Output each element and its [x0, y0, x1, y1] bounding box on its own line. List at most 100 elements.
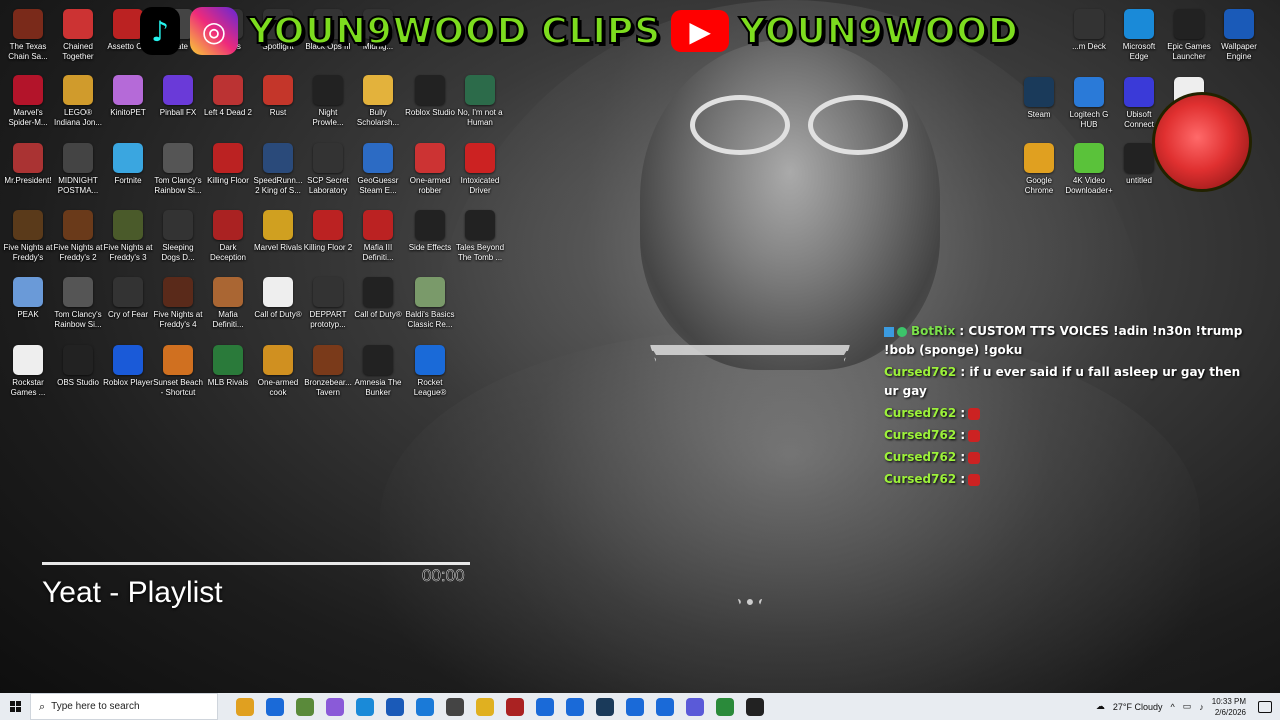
taskbar-search[interactable]: ⌕ Type here to search — [30, 693, 218, 720]
desktop-icon[interactable]: Rust — [253, 72, 303, 136]
app-icon — [13, 143, 43, 173]
desktop-icon[interactable]: Microsoft Edge — [1114, 6, 1164, 70]
desktop-icon[interactable]: Rocket League® — [405, 342, 455, 406]
desktop-icon[interactable]: One-armed robber — [405, 140, 455, 204]
chrome-icon[interactable] — [236, 697, 254, 716]
edge-icon[interactable] — [356, 697, 374, 716]
search-icon: ⌕ — [39, 699, 46, 713]
desktop-icon[interactable]: 4K Video Downloader+ — [1064, 140, 1114, 204]
desktop-icon[interactable]: Left 4 Dead 2 — [203, 72, 253, 136]
desktop-icon[interactable]: Amnesia The Bunker — [353, 342, 403, 406]
volume-icon[interactable]: ♪ — [1199, 702, 1204, 712]
desktop-icon[interactable]: Epic Games Launcher — [1164, 6, 1214, 70]
desktop-icon[interactable]: Five Nights at Freddy's 2 — [53, 207, 103, 271]
desktop-icon[interactable]: Mafia Definiti... — [203, 274, 253, 338]
copilot-icon[interactable] — [326, 697, 344, 716]
music-progress-bar — [42, 562, 470, 565]
desktop-icon[interactable]: Five Nights at Freddy's 4 — [153, 274, 203, 338]
desktop-icon-label: One-armed robber — [409, 176, 451, 195]
desktop-icon[interactable]: Mafia III Definiti... — [353, 207, 403, 271]
window-icon-3[interactable] — [626, 697, 644, 716]
clock-time: 10:33 PM — [1211, 696, 1246, 706]
chevron-up-icon[interactable]: ^ — [1171, 702, 1175, 712]
chat-line: Cursed762 : if u ever said if u fall asl… — [884, 363, 1244, 401]
desktop-icon[interactable]: Tom Clancy's Rainbow Si... — [153, 140, 203, 204]
desktop-icon-label: SCP Secret Laboratory — [307, 176, 349, 195]
app-icon — [1024, 77, 1054, 107]
desktop-icon-label: Bully Scholarsh... — [356, 108, 400, 127]
desktop-icon[interactable]: Sunset Beach - Shortcut — [153, 342, 203, 406]
desktop-icon[interactable]: Cry of Fear — [103, 274, 153, 338]
desktop-icon[interactable]: SpeedRunn... 2 King of S... — [253, 140, 303, 204]
roblox-icon[interactable] — [446, 697, 464, 716]
window-icon[interactable] — [536, 697, 554, 716]
window-icon-2[interactable] — [566, 697, 584, 716]
xbox-icon[interactable] — [716, 697, 734, 716]
desktop-icon-label: Roblox Studio — [405, 108, 455, 117]
desktop-icon[interactable]: SCP Secret Laboratory — [303, 140, 353, 204]
discord-icon[interactable] — [686, 697, 704, 716]
capcut-icon[interactable] — [506, 697, 524, 716]
desktop-icon[interactable]: LEGO® Indiana Jon... — [53, 72, 103, 136]
minecraft-icon[interactable] — [296, 697, 314, 716]
desktop-icon[interactable]: Marvel Rivals — [253, 207, 303, 271]
notifications-icon[interactable] — [1258, 700, 1272, 713]
weather-text[interactable]: 27°F Cloudy — [1113, 702, 1163, 712]
store-icon[interactable] — [386, 697, 404, 716]
desktop-icon[interactable]: Bully Scholarsh... — [353, 72, 403, 136]
obs-icon[interactable] — [746, 697, 764, 716]
chat-message: : — [960, 450, 966, 464]
desktop-icon[interactable]: Roblox Player — [103, 342, 153, 406]
mail-icon[interactable] — [416, 697, 434, 716]
start-button[interactable] — [0, 693, 30, 720]
desktop-icon[interactable]: Dark Deception — [203, 207, 253, 271]
taskbar-clock[interactable]: 10:33 PM 2/6/2026 — [1212, 696, 1246, 718]
chat-line-bot: BotRix : CUSTOM TTS VOICES !adin !n30n !… — [884, 322, 1244, 360]
desktop-icon[interactable]: Pinball FX — [153, 72, 203, 136]
desktop-icon[interactable]: Call of Duty® — [253, 274, 303, 338]
steam-icon[interactable] — [596, 697, 614, 716]
desktop-icon-label: Steam — [1027, 110, 1051, 119]
desktop-icon[interactable]: Fortnite — [103, 140, 153, 204]
desktop-icon[interactable]: Baldi's Basics Classic Re... — [405, 274, 455, 338]
desktop-icon[interactable]: PEAK — [3, 274, 53, 338]
desktop-icon[interactable]: Five Nights at Freddy's — [3, 207, 53, 271]
desktop-icon[interactable]: Marvel's Spider-M... — [3, 72, 53, 136]
facebook-icon[interactable] — [266, 697, 284, 716]
desktop-icon[interactable]: The Texas Chain Sa... — [3, 6, 53, 70]
desktop-icon[interactable]: Bronzebear... Tavern — [303, 342, 353, 406]
desktop-icon[interactable]: Chained Together — [53, 6, 103, 70]
desktop-icon[interactable]: Night Prowle... — [303, 72, 353, 136]
desktop-icon[interactable]: One-armed cook — [253, 342, 303, 406]
desktop-icon[interactable]: Steam — [1014, 74, 1064, 138]
desktop-icon[interactable]: MLB Rivals — [203, 342, 253, 406]
desktop-icon[interactable]: Google Chrome — [1014, 140, 1064, 204]
desktop-icon[interactable]: Tales Beyond The Tomb ... — [455, 207, 505, 271]
app-icon — [113, 143, 143, 173]
desktop-icon[interactable]: DEPPART prototyp... — [303, 274, 353, 338]
desktop-icon[interactable]: GeoGuessr Steam E... — [353, 140, 403, 204]
desktop-icon[interactable]: Wallpaper Engine — [1214, 6, 1264, 70]
app-icon — [263, 75, 293, 105]
desktop-icon[interactable]: Logitech G HUB — [1064, 74, 1114, 138]
desktop-icon[interactable]: Side Effects — [405, 207, 455, 271]
desktop-icon[interactable]: Killing Floor — [203, 140, 253, 204]
desktop-icon[interactable]: Roblox Studio — [405, 72, 455, 136]
window-icon-4[interactable] — [656, 697, 674, 716]
desktop-icon[interactable]: Call of Duty® — [353, 274, 403, 338]
desktop-icon[interactable]: Killing Floor 2 — [303, 207, 353, 271]
desktop-icon[interactable]: Intoxicated Driver — [455, 140, 505, 204]
app-icon — [163, 210, 193, 240]
desktop-icon[interactable]: Rockstar Games ... — [3, 342, 53, 406]
desktop-icon[interactable]: Sleeping Dogs D... — [153, 207, 203, 271]
network-icon[interactable]: ▭ — [1183, 701, 1192, 712]
desktop-icon[interactable]: MIDNIGHT POSTMA... — [53, 140, 103, 204]
desktop-icon[interactable]: KinitoPET — [103, 72, 153, 136]
desktop-icon[interactable]: No, I'm not a Human — [455, 72, 505, 136]
desktop-icon[interactable]: Five Nights at Freddy's 3 — [103, 207, 153, 271]
desktop-icon[interactable]: OBS Studio — [53, 342, 103, 406]
desktop-icon-label: Sunset Beach - Shortcut — [153, 378, 203, 397]
explorer-icon[interactable] — [476, 697, 494, 716]
desktop-icon[interactable]: Tom Clancy's Rainbow Si... — [53, 274, 103, 338]
desktop-icon[interactable]: Mr.President! — [3, 140, 53, 204]
